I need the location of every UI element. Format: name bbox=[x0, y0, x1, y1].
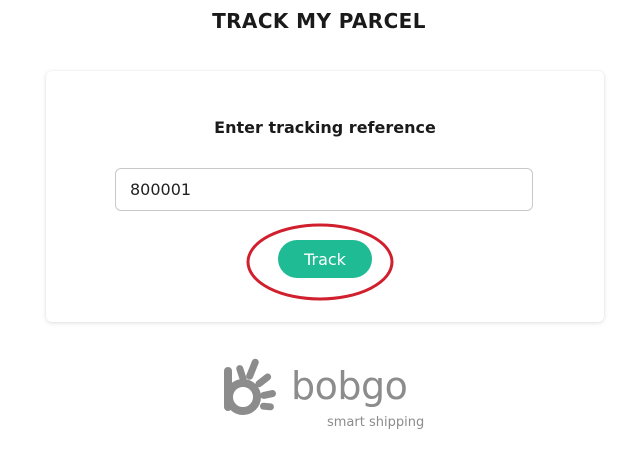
track-button[interactable]: Track bbox=[278, 240, 372, 278]
tracking-reference-input[interactable] bbox=[115, 168, 533, 211]
tracking-card: Enter tracking reference Track bbox=[46, 71, 604, 322]
bobgo-logo-mark-icon bbox=[224, 358, 277, 415]
page-title: TRACK MY PARCEL bbox=[212, 9, 426, 33]
logo-tagline: smart shipping bbox=[327, 415, 425, 430]
tracking-heading: Enter tracking reference bbox=[214, 118, 436, 137]
bobgo-logo: bobgo smart shipping bbox=[222, 355, 432, 435]
logo-wordmark: bobgo bbox=[291, 364, 408, 408]
track-parcel-page: TRACK MY PARCEL Enter tracking reference… bbox=[0, 0, 638, 451]
